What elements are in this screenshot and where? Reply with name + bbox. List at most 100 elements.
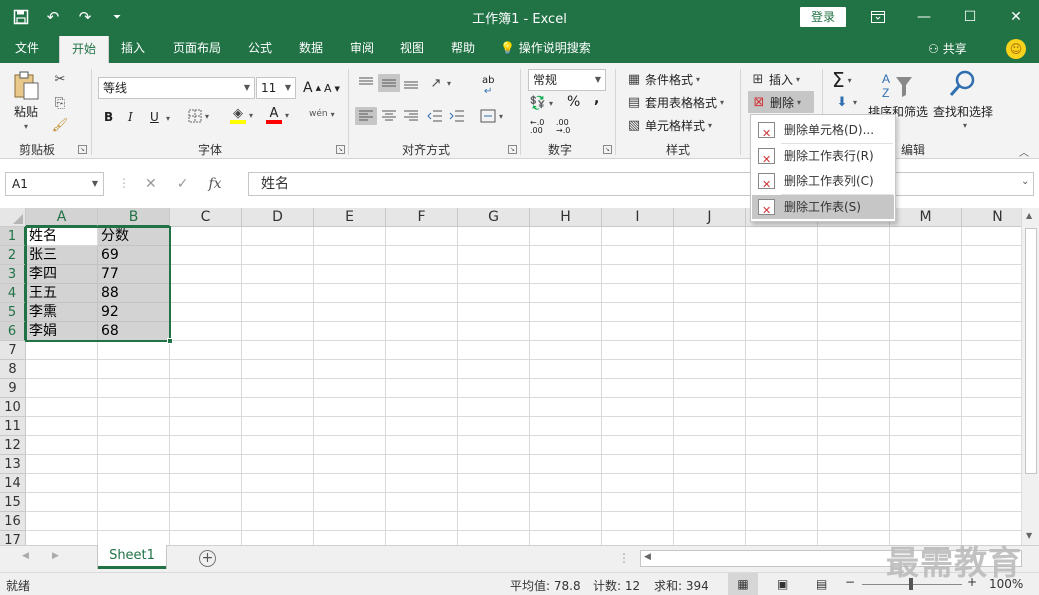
column-header-n[interactable]: N (962, 208, 1021, 227)
page-layout-view-icon[interactable]: ▣ (777, 577, 788, 591)
increase-font-size-button[interactable]: A ▲ (303, 80, 321, 96)
row-header-1[interactable]: 1 (0, 227, 26, 246)
cell-h4[interactable] (530, 284, 602, 303)
cell-e4[interactable] (314, 284, 386, 303)
insert-cells-button[interactable]: ⊞ 插入 ▾ (750, 71, 800, 88)
cell-f4[interactable] (386, 284, 458, 303)
cell-l16[interactable] (818, 512, 890, 531)
column-header-h[interactable]: H (530, 208, 602, 227)
cell-h5[interactable] (530, 303, 602, 322)
cell-e2[interactable] (314, 246, 386, 265)
cell-n1[interactable] (962, 227, 1021, 246)
cell-e11[interactable] (314, 417, 386, 436)
cell-e10[interactable] (314, 398, 386, 417)
cut-icon[interactable]: ✂ (52, 71, 68, 87)
cell-h17[interactable] (530, 531, 602, 545)
prev-sheet-icon[interactable]: ◀ (22, 551, 29, 561)
redo-icon[interactable]: ↷ (74, 6, 96, 28)
cell-m6[interactable] (890, 322, 962, 341)
cell-g13[interactable] (458, 455, 530, 474)
sheet-tab-sheet1[interactable]: Sheet1 (98, 545, 166, 569)
row-header-14[interactable]: 14 (0, 474, 26, 493)
cell-f15[interactable] (386, 493, 458, 512)
cell-c16[interactable] (170, 512, 242, 531)
cell-g10[interactable] (458, 398, 530, 417)
cell-f3[interactable] (386, 265, 458, 284)
cell-g8[interactable] (458, 360, 530, 379)
cell-h8[interactable] (530, 360, 602, 379)
cell-l17[interactable] (818, 531, 890, 545)
cell-e12[interactable] (314, 436, 386, 455)
cell-k15[interactable] (746, 493, 818, 512)
cell-l3[interactable] (818, 265, 890, 284)
cell-a14[interactable] (26, 474, 98, 493)
next-sheet-icon[interactable]: ▶ (52, 551, 59, 561)
cell-e8[interactable] (314, 360, 386, 379)
cell-k6[interactable] (746, 322, 818, 341)
cell-k7[interactable] (746, 341, 818, 360)
tab-insert[interactable]: 插入 (110, 33, 156, 63)
cell-i4[interactable] (602, 284, 674, 303)
formula-input[interactable]: 姓名 (248, 172, 1034, 196)
cell-n8[interactable] (962, 360, 1021, 379)
tab-page-layout[interactable]: 页面布局 (164, 33, 230, 63)
row-header-2[interactable]: 2 (0, 246, 26, 265)
cell-a12[interactable] (26, 436, 98, 455)
cell-h3[interactable] (530, 265, 602, 284)
cell-n3[interactable] (962, 265, 1021, 284)
cell-c9[interactable] (170, 379, 242, 398)
cell-f14[interactable] (386, 474, 458, 493)
alignment-launcher-icon[interactable]: ↘ (508, 145, 517, 154)
cell-i15[interactable] (602, 493, 674, 512)
cell-m9[interactable] (890, 379, 962, 398)
cell-n11[interactable] (962, 417, 1021, 436)
cell-m2[interactable] (890, 246, 962, 265)
cell-f1[interactable] (386, 227, 458, 246)
row-header-10[interactable]: 10 (0, 398, 26, 417)
cell-m1[interactable] (890, 227, 962, 246)
tab-review[interactable]: 审阅 (340, 33, 384, 63)
number-launcher-icon[interactable]: ↘ (603, 145, 612, 154)
cell-b12[interactable] (98, 436, 170, 455)
formula-bar-splitter-icon[interactable]: ⋮ (118, 176, 130, 190)
cell-l2[interactable] (818, 246, 890, 265)
cell-b7[interactable] (98, 341, 170, 360)
copy-icon[interactable]: ⎘ (52, 95, 68, 111)
cell-a13[interactable] (26, 455, 98, 474)
cell-e9[interactable] (314, 379, 386, 398)
row-header-6[interactable]: 6 (0, 322, 26, 341)
cell-g17[interactable] (458, 531, 530, 545)
cell-h14[interactable] (530, 474, 602, 493)
scroll-left-icon[interactable]: ◀ (644, 552, 651, 562)
cell-f10[interactable] (386, 398, 458, 417)
find-select-button[interactable]: 查找和选择 (933, 103, 993, 120)
cell-m10[interactable] (890, 398, 962, 417)
delete-cells-button[interactable]: ⊠ 删除 ▾ (748, 91, 814, 113)
middle-align-button[interactable] (378, 74, 400, 92)
cell-f2[interactable] (386, 246, 458, 265)
tab-view[interactable]: 视图 (390, 33, 434, 63)
menu-item-delete-cells[interactable]: 删除单元格(D)... (752, 118, 894, 146)
cell-h15[interactable] (530, 493, 602, 512)
cell-l8[interactable] (818, 360, 890, 379)
cell-a11[interactable] (26, 417, 98, 436)
cell-a15[interactable] (26, 493, 98, 512)
cell-i8[interactable] (602, 360, 674, 379)
cell-c11[interactable] (170, 417, 242, 436)
cell-a1[interactable]: 姓名 (26, 227, 98, 246)
cell-b16[interactable] (98, 512, 170, 531)
cell-n7[interactable] (962, 341, 1021, 360)
minimize-icon[interactable]: — (901, 0, 947, 33)
font-name-combo[interactable]: 等线 ▼ (98, 77, 255, 99)
cell-c8[interactable] (170, 360, 242, 379)
cell-j12[interactable] (674, 436, 746, 455)
column-header-e[interactable]: E (314, 208, 386, 227)
cell-n2[interactable] (962, 246, 1021, 265)
cell-k8[interactable] (746, 360, 818, 379)
scroll-up-icon[interactable]: ▲ (1026, 211, 1032, 220)
cell-b3[interactable]: 77 (98, 265, 170, 284)
cell-d10[interactable] (242, 398, 314, 417)
cell-d1[interactable] (242, 227, 314, 246)
cell-n10[interactable] (962, 398, 1021, 417)
cell-d15[interactable] (242, 493, 314, 512)
